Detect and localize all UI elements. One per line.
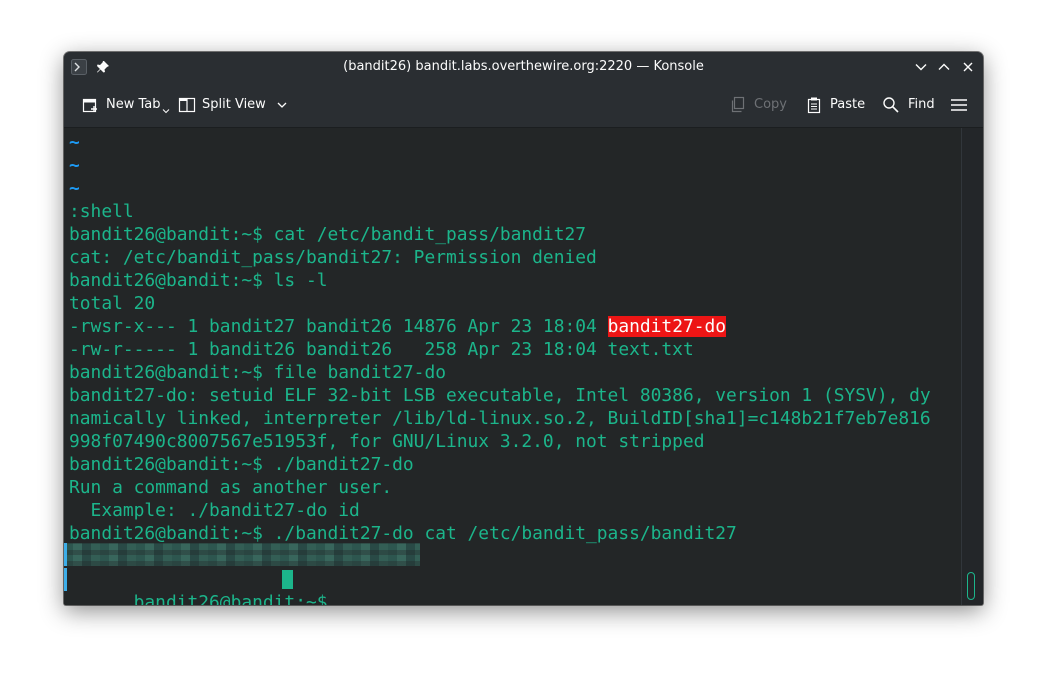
ls-entry-text: -rwsr-x--- 1 bandit27 bandit26 14876 Apr… [69,316,608,337]
split-view-button[interactable]: Split View [178,82,288,127]
terminal-line: bandit26@bandit:~$ cat /etc/bandit_pass/… [69,224,587,245]
terminal-line: bandit26@bandit:~$ ./bandit27-do cat /et… [69,523,737,544]
title-bar[interactable]: (bandit26) bandit.labs.overthewire.org:2… [64,52,983,82]
terminal-line: bandit26@bandit:~$ ls -l [69,270,328,291]
hamburger-menu-icon [951,98,967,111]
paste-button[interactable]: Paste [806,82,865,127]
terminal-line: cat: /etc/bandit_pass/bandit27: Permissi… [69,247,597,268]
dropdown-arrow-icon [162,108,169,113]
terminal-line: -rwsr-x--- 1 bandit27 bandit26 14876 Apr… [69,315,727,338]
terminal-line: ~ [69,155,80,176]
find-button[interactable]: Find [882,82,935,127]
terminal-line: ~ [69,178,80,199]
terminal-view[interactable]: ~ ~ ~ :shell bandit26@bandit:~$ cat /etc… [64,128,961,605]
konsole-window: (bandit26) bandit.labs.overthewire.org:2… [64,52,983,605]
copy-label: Copy [754,97,787,112]
window-title: (bandit26) bandit.labs.overthewire.org:2… [343,59,704,74]
minimize-chevron-down-icon[interactable] [912,58,930,76]
terminal-line: :shell [69,201,134,222]
close-icon[interactable] [959,58,977,76]
terminal-line: 998f07490c8007567e51953f, for GNU/Linux … [69,431,705,452]
terminal-line: -rw-r----- 1 bandit26 bandit26 258 Apr 2… [69,339,694,360]
toolbar: New Tab Split View Copy Paste Find [64,82,983,128]
search-icon [883,96,899,113]
terminal-line: Example: ./bandit27-do id [69,500,360,521]
new-tab-label: New Tab [106,97,161,112]
terminal-scrollbar[interactable] [961,128,983,605]
terminal-line: bandit26@bandit:~$ file bandit27-do [69,362,446,383]
copy-icon [731,96,745,112]
scrollbar-handle[interactable] [967,572,975,600]
text-cursor [282,570,293,589]
highlighted-filename: bandit27-do [607,316,727,337]
split-view-label: Split View [202,97,266,112]
hamburger-menu-button[interactable] [950,82,968,127]
terminal-prompt-line: bandit26@bandit:~$ [69,568,338,605]
copy-button[interactable]: Copy [730,82,787,127]
terminal-line: ~ [69,132,80,153]
terminal-line: namically linked, interpreter /lib/ld-li… [69,408,931,429]
terminal-line: Run a command as another user. [69,477,393,498]
terminal-line: bandit27-do: setuid ELF 32-bit LSB execu… [69,385,931,406]
find-label: Find [908,97,935,112]
new-tab-icon [82,98,97,112]
prompt-mark-bar [64,568,67,591]
terminal-line: bandit26@bandit:~$ ./bandit27-do [69,454,414,475]
prompt-text: bandit26@bandit:~$ [133,592,339,605]
paste-label: Paste [830,97,866,112]
chevron-down-icon[interactable] [276,99,288,111]
paste-icon [807,97,821,113]
redacted-password-output [64,543,420,566]
new-tab-button[interactable]: New Tab [82,82,170,127]
split-view-icon [178,97,196,112]
maximize-chevron-up-icon[interactable] [935,58,953,76]
terminal-line: total 20 [69,293,156,314]
output-mark-bar [64,543,67,566]
